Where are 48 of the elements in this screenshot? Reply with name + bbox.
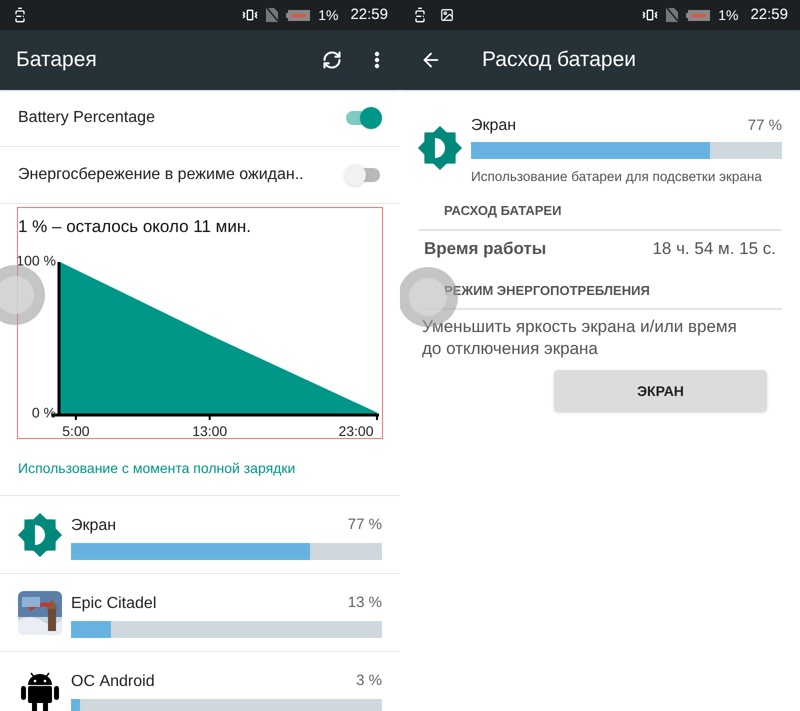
usage-name: Экран bbox=[71, 516, 116, 536]
usage-item[interactable]: Экран 77 % bbox=[0, 496, 400, 574]
x-tick-label: 5:00 bbox=[62, 423, 90, 439]
toggle-switch[interactable] bbox=[344, 164, 382, 186]
brightness-icon bbox=[418, 126, 462, 170]
no-sim-icon bbox=[266, 8, 278, 22]
x-tick-label: 13:00 bbox=[192, 423, 228, 439]
screen-title: Батарея bbox=[16, 47, 97, 74]
battery-icon bbox=[286, 10, 310, 20]
clock: 22:59 bbox=[350, 4, 388, 25]
x-tick-label: 23:00 bbox=[338, 423, 374, 439]
battery-percent: 1% bbox=[718, 6, 738, 24]
usage-percent: 77 % bbox=[348, 515, 382, 536]
section-header: РЕЖИМ ЭНЕРГОПОТРЕБЛЕНИЯ bbox=[443, 282, 651, 300]
clock: 22:59 bbox=[750, 4, 788, 25]
usage-name: ОС Android bbox=[71, 672, 155, 692]
more-icon bbox=[374, 51, 380, 69]
setting-label: Энергосбережение в режиме ожидан.. bbox=[18, 165, 304, 185]
usage-item[interactable]: ОС Android 3 % bbox=[0, 652, 400, 711]
screen-settings-button[interactable]: ЭКРАН bbox=[554, 370, 767, 412]
app-icon bbox=[18, 590, 62, 634]
no-sim-icon bbox=[666, 8, 678, 22]
brightness-icon bbox=[18, 512, 62, 556]
suggestion-text: Уменьшить яркость экрана и/или время до отключения экрана bbox=[421, 316, 738, 360]
battery-icon bbox=[686, 10, 710, 20]
time-remaining: 1 % – осталось около 11 мин. bbox=[18, 216, 252, 238]
battery-percent: 1% bbox=[318, 6, 338, 24]
screen-title: Расход батареи bbox=[482, 47, 636, 74]
section-header: РАСХОД БАТАРЕИ bbox=[443, 202, 562, 220]
usage-name: Epic Citadel bbox=[71, 594, 156, 614]
usage-name: Экран bbox=[471, 116, 516, 136]
usage-percent: 77 % bbox=[748, 116, 782, 136]
refresh-icon bbox=[322, 50, 342, 70]
toggle-switch[interactable] bbox=[344, 107, 382, 129]
vibrate-icon bbox=[242, 7, 258, 23]
y-tick-label: 0 % bbox=[32, 404, 56, 421]
row-label: Время работы bbox=[424, 238, 546, 260]
setting-label: Battery Percentage bbox=[18, 108, 155, 128]
setting-row[interactable]: Battery Percentage bbox=[0, 90, 400, 147]
usage-percent: 13 % bbox=[348, 593, 382, 614]
usage-since-charge-link[interactable]: Использование с момента полной зарядки bbox=[0, 458, 400, 479]
vibrate-icon bbox=[642, 7, 658, 23]
setting-row[interactable]: Энергосбережение в режиме ожидан.. bbox=[0, 147, 400, 204]
image-icon bbox=[440, 8, 454, 22]
usage-item[interactable]: Epic Citadel 13 % bbox=[0, 574, 400, 652]
usage-percent: 3 % bbox=[356, 671, 382, 692]
row-value: 18 ч. 54 м. 15 с. bbox=[652, 238, 776, 260]
usage-description: Использование батареи для подсветки экрана bbox=[471, 168, 763, 186]
